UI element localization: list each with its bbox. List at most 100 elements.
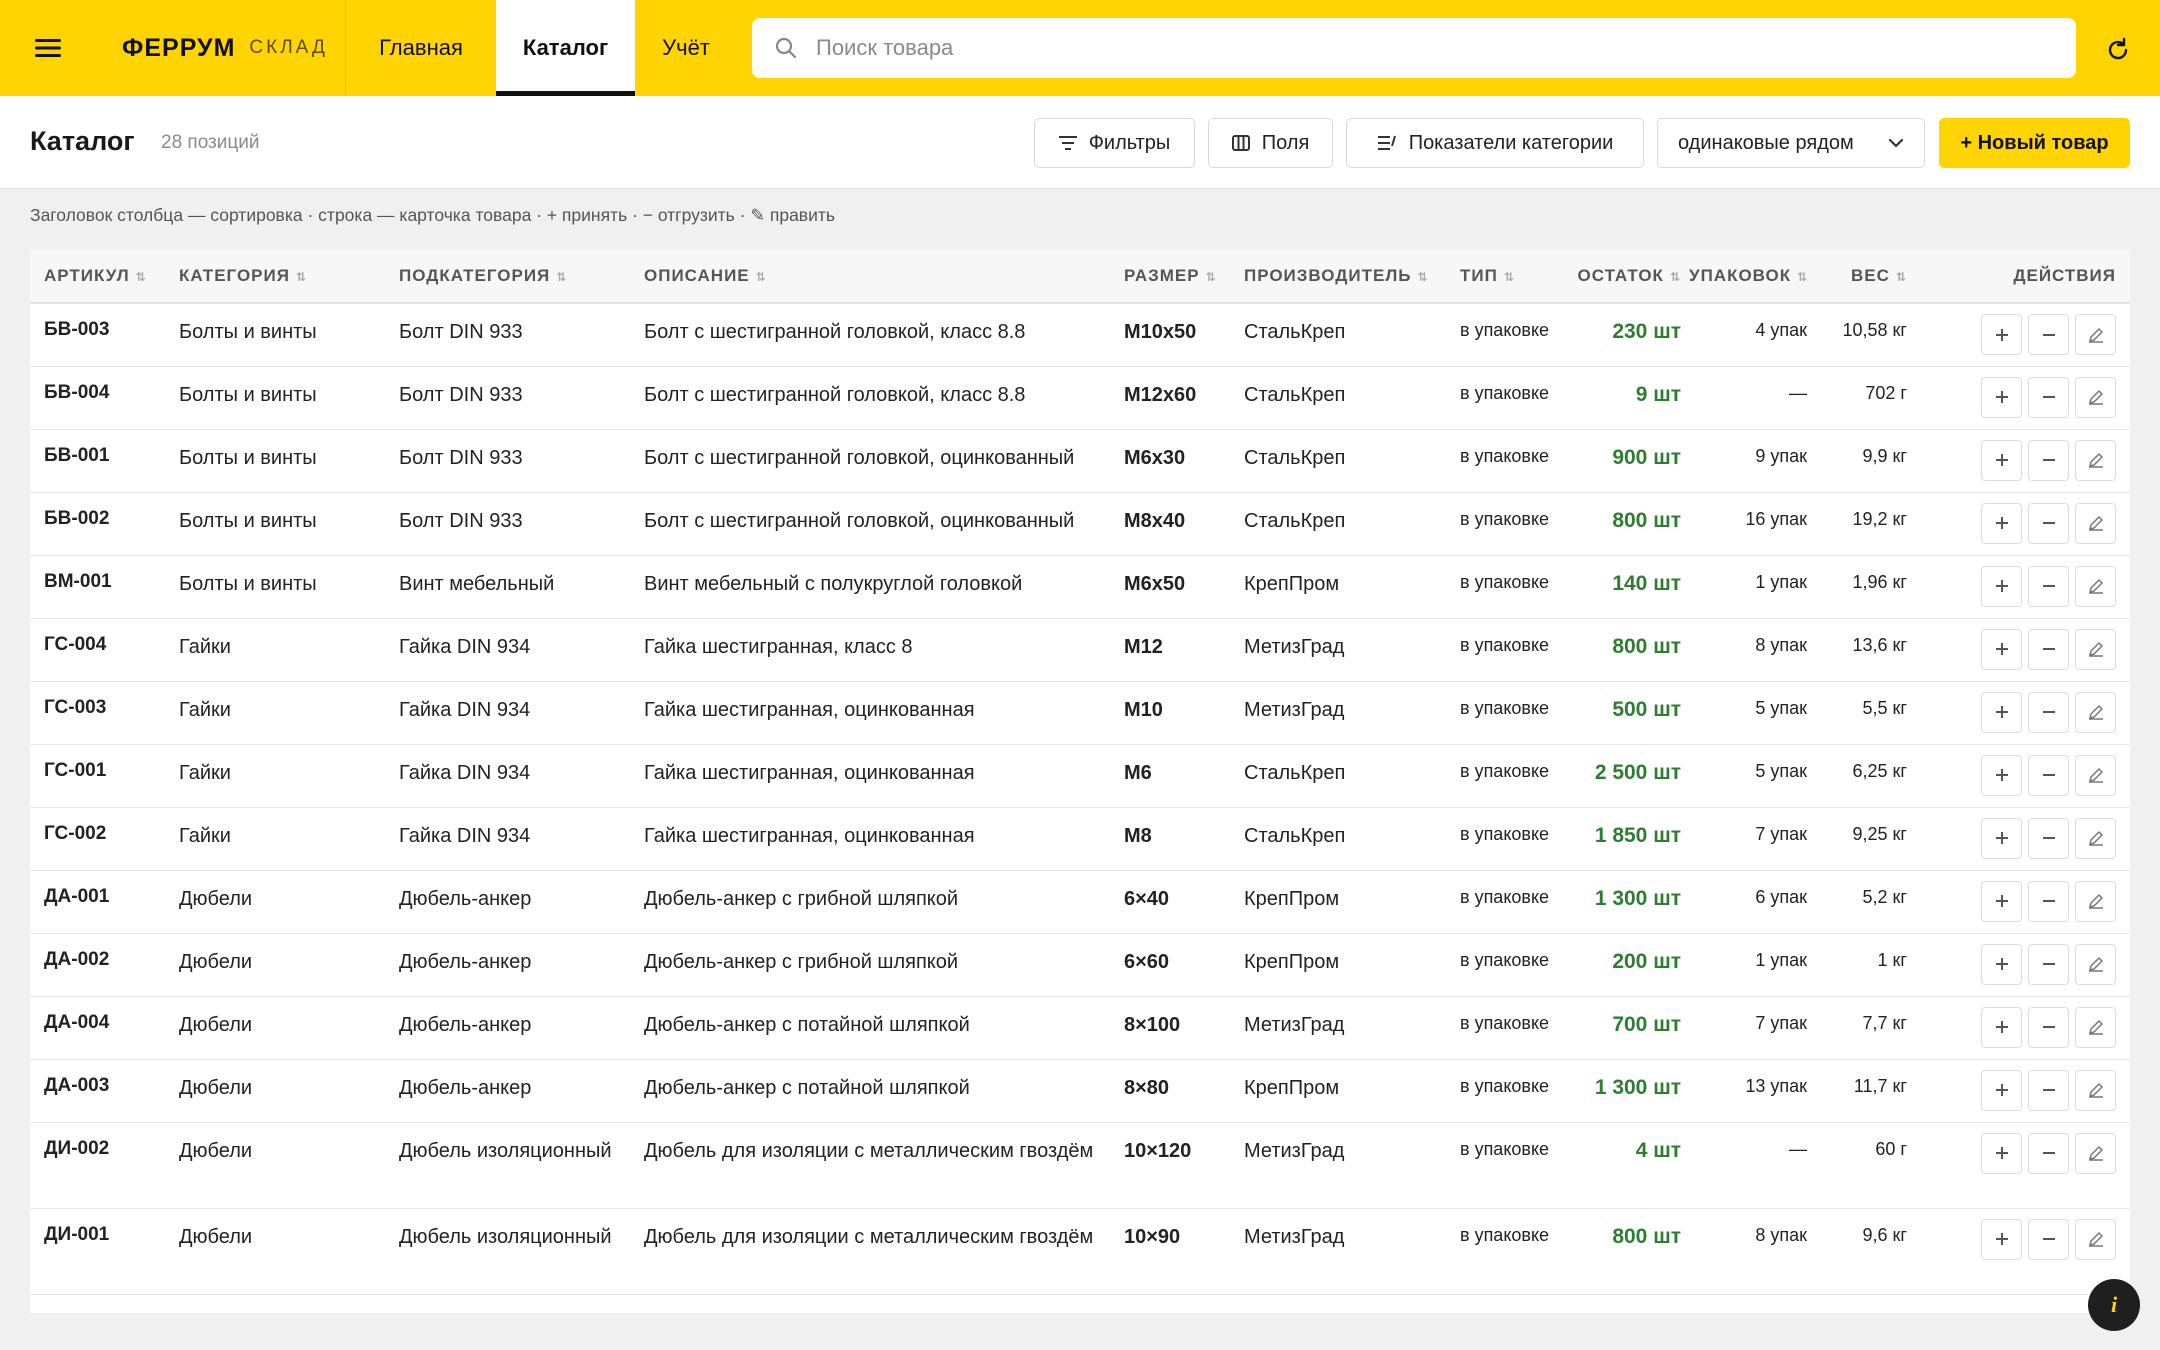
receive-button[interactable] <box>1981 502 2022 544</box>
ship-button[interactable] <box>2028 1069 2069 1111</box>
row-weight: 702 г <box>1815 366 1915 430</box>
search-icon <box>775 37 797 59</box>
col-category[interactable]: КАТЕГОРИЯ ⇅ <box>165 250 385 304</box>
edit-button[interactable] <box>2075 1069 2116 1111</box>
receive-button[interactable] <box>1981 314 2022 355</box>
col-packs[interactable]: УПАКОВОК ⇅ <box>1689 250 1815 304</box>
table-row[interactable]: ГС-002 Гайки Гайка DIN 934 Гайка шестигранн… <box>30 807 2130 871</box>
ship-button[interactable] <box>2028 314 2069 355</box>
row-actions <box>1915 870 2130 934</box>
search-input[interactable] <box>816 35 2016 61</box>
new-item-button[interactable]: + Новый товар <box>1939 118 2130 168</box>
logo[interactable]: ФЕРРУМ СКЛАД <box>96 0 346 96</box>
row-description: Дюбель для изоляции с металлическим гвоз… <box>630 1208 1110 1295</box>
table-row[interactable]: ГС-001 Гайки Гайка DIN 934 Гайка шестигранн… <box>30 744 2130 808</box>
edit-button[interactable] <box>2075 502 2116 544</box>
ship-button[interactable] <box>2028 1006 2069 1048</box>
row-description: Дюбель-анкер с грибной шляпкой <box>630 933 1110 997</box>
ship-button[interactable] <box>2028 754 2069 796</box>
col-manufacturer[interactable]: ПРОИЗВОДИТЕЛЬ ⇅ <box>1230 250 1446 304</box>
table-row[interactable]: ДА-004 Дюбели Дюбель-анкер Дюбель-анкер с п… <box>30 996 2130 1060</box>
edit-button[interactable] <box>2075 880 2116 922</box>
col-size[interactable]: РАЗМЕР ⇅ <box>1110 250 1230 304</box>
ship-button[interactable] <box>2028 943 2069 985</box>
tab-catalog[interactable]: Каталог <box>496 0 635 96</box>
ship-button[interactable] <box>2028 628 2069 670</box>
edit-button[interactable] <box>2075 817 2116 859</box>
ship-button[interactable] <box>2028 502 2069 544</box>
table-row[interactable]: ГС-003 Гайки Гайка DIN 934 Гайка шестигранн… <box>30 681 2130 745</box>
filters-button[interactable]: Фильтры <box>1034 118 1195 168</box>
receive-button[interactable] <box>1981 1218 2022 1260</box>
ship-button[interactable] <box>2028 817 2069 859</box>
table-row[interactable]: ВМ-001 Болты и винты Винт мебельный Винт ме… <box>30 555 2130 619</box>
edit-button[interactable] <box>2075 314 2116 355</box>
receive-button[interactable] <box>1981 754 2022 796</box>
table-row[interactable]: БВ-003 Болты и винты Болт DIN 933 Болт с ше… <box>30 303 2130 367</box>
col-description[interactable]: ОПИСАНИЕ ⇅ <box>630 250 1110 304</box>
receive-button[interactable] <box>1981 628 2022 670</box>
receive-button[interactable] <box>1981 565 2022 607</box>
table-row[interactable]: ДИ-001 Дюбели Дюбель изоляционный Дюбель дл… <box>30 1208 2130 1295</box>
ship-button[interactable] <box>2028 1218 2069 1260</box>
row-description: Дюбель-анкер с потайной шляпкой <box>630 996 1110 1060</box>
table-row[interactable]: БВ-002 Болты и винты Болт DIN 933 Болт с ше… <box>30 492 2130 556</box>
table-row[interactable]: ДИ-002 Дюбели Дюбель изоляционный Дюбель дл… <box>30 1122 2130 1209</box>
edit-button[interactable] <box>2075 439 2116 481</box>
edit-button[interactable] <box>2075 565 2116 607</box>
receive-button[interactable] <box>1981 1132 2022 1174</box>
edit-button[interactable] <box>2075 1218 2116 1260</box>
col-sku[interactable]: АРТИКУЛ ⇅ <box>30 250 165 304</box>
edit-button[interactable] <box>2075 376 2116 418</box>
table-row[interactable]: ДА-002 Дюбели Дюбель-анкер Дюбель-анкер с г… <box>30 933 2130 997</box>
receive-button[interactable] <box>1981 943 2022 985</box>
table-row[interactable]: ДА-003 Дюбели Дюбель-анкер Дюбель-анкер с п… <box>30 1059 2130 1123</box>
minus-icon <box>2042 711 2055 713</box>
edit-button[interactable] <box>2075 754 2116 796</box>
search-box <box>752 18 2076 78</box>
ship-button[interactable] <box>2028 880 2069 922</box>
edit-button[interactable] <box>2075 628 2116 670</box>
ship-button[interactable] <box>2028 565 2069 607</box>
ship-button[interactable] <box>2028 691 2069 733</box>
ship-button[interactable] <box>2028 1132 2069 1174</box>
receive-button[interactable] <box>1981 817 2022 859</box>
table-row[interactable]: ДА-001 Дюбели Дюбель-анкер Дюбель-анкер с г… <box>30 870 2130 934</box>
col-type[interactable]: ТИП ⇅ <box>1446 250 1571 304</box>
receive-button[interactable] <box>1981 1069 2022 1111</box>
plus-icon <box>1995 454 2008 466</box>
info-button[interactable]: i <box>2088 1279 2140 1331</box>
edit-button[interactable] <box>2075 1132 2116 1174</box>
row-description: Дюбель для изоляции с металлическим гвоз… <box>630 1122 1110 1209</box>
receive-button[interactable] <box>1981 1006 2022 1048</box>
col-weight[interactable]: ВЕС ⇅ <box>1815 250 1915 304</box>
table-row[interactable]: БВ-001 Болты и винты Болт DIN 933 Болт с ше… <box>30 429 2130 493</box>
tab-accounting[interactable]: Учёт <box>635 0 737 96</box>
row-subcategory: Дюбель-анкер <box>385 996 630 1060</box>
pencil-icon <box>2088 1232 2103 1247</box>
pencil-icon <box>2088 894 2103 909</box>
table-row[interactable]: ГС-004 Гайки Гайка DIN 934 Гайка шестигранн… <box>30 618 2130 682</box>
edit-button[interactable] <box>2075 691 2116 733</box>
category-metrics-button[interactable]: Показатели категории <box>1346 118 1644 168</box>
edit-button[interactable] <box>2075 1006 2116 1048</box>
table-header: АРТИКУЛ ⇅ КАТЕГОРИЯ ⇅ ПОДКАТЕГОРИЯ ⇅ ОПИСАН… <box>30 250 2130 304</box>
ship-button[interactable] <box>2028 439 2069 481</box>
col-stock[interactable]: ОСТАТОК ⇅ <box>1571 250 1689 304</box>
grouping-select[interactable]: одинаковые рядом <box>1657 118 1925 168</box>
receive-button[interactable] <box>1981 691 2022 733</box>
ship-button[interactable] <box>2028 376 2069 418</box>
tab-home[interactable]: Главная <box>346 0 496 96</box>
receive-button[interactable] <box>1981 880 2022 922</box>
receive-button[interactable] <box>1981 439 2022 481</box>
edit-button[interactable] <box>2075 943 2116 985</box>
refresh-button[interactable] <box>2098 30 2138 70</box>
table-row[interactable]: БВ-004 Болты и винты Болт DIN 933 Болт с ше… <box>30 366 2130 430</box>
row-subcategory: Гайка DIN 934 <box>385 681 630 745</box>
menu-button[interactable] <box>0 0 96 96</box>
fields-button[interactable]: Поля <box>1208 118 1333 168</box>
receive-button[interactable] <box>1981 376 2022 418</box>
col-subcategory[interactable]: ПОДКАТЕГОРИЯ ⇅ <box>385 250 630 304</box>
row-packs: 7 упак <box>1689 807 1815 871</box>
row-weight: 6,25 кг <box>1815 744 1915 808</box>
